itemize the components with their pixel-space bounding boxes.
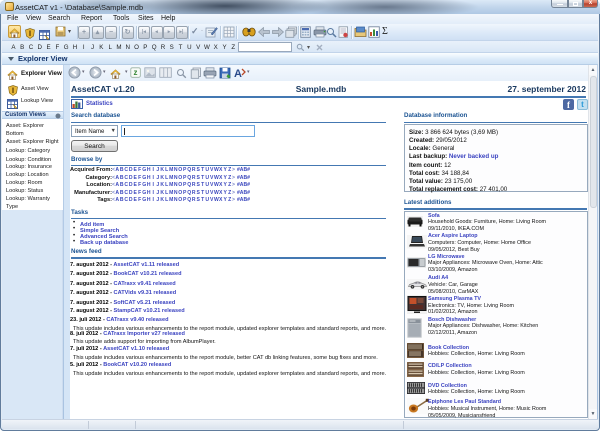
svg-text:z: z — [134, 68, 138, 77]
svg-text:A: A — [234, 68, 242, 79]
